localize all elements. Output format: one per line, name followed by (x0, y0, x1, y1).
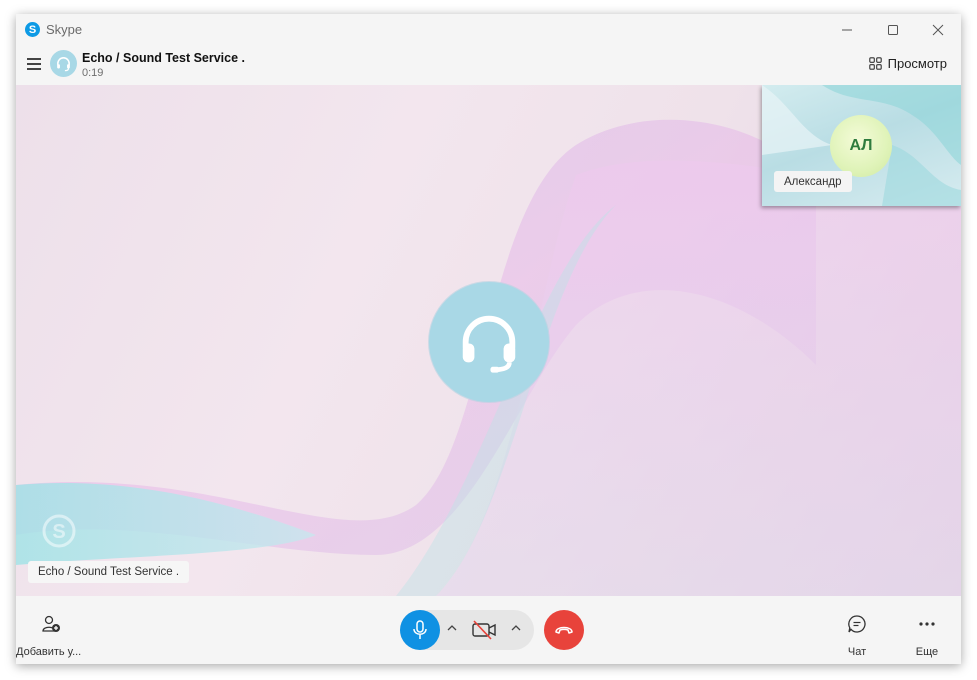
remote-avatar (429, 282, 549, 402)
more-dots-icon (919, 622, 935, 626)
self-video-preview[interactable]: АЛ Александр (762, 85, 961, 206)
close-button[interactable] (915, 14, 961, 45)
chevron-up-icon[interactable] (447, 624, 457, 632)
more-button[interactable]: Еще (902, 596, 952, 664)
minimize-button[interactable] (824, 14, 870, 45)
add-participant-button[interactable]: Добавить у... (16, 596, 86, 664)
add-person-icon (42, 615, 60, 632)
title-bar: S Skype (16, 14, 961, 45)
maximize-icon (888, 24, 898, 35)
call-controls-bar: Добавить у... Чат Еще (16, 596, 961, 664)
microphone-icon (413, 620, 427, 639)
contact-avatar[interactable] (50, 50, 77, 77)
grid-icon (868, 57, 882, 70)
skype-window: S Skype Echo / Sound Test Service . 0:19 (16, 14, 961, 664)
svg-text:S: S (52, 521, 65, 543)
call-timer: 0:19 (82, 67, 104, 79)
app-title: Skype (46, 22, 83, 37)
close-icon (932, 24, 944, 35)
chat-button[interactable]: Чат (832, 596, 882, 664)
minimize-icon (842, 29, 852, 30)
headset-icon (462, 315, 516, 373)
view-mode-button[interactable]: Просмотр (868, 56, 947, 71)
chat-bubble-icon (848, 615, 866, 633)
remote-name-label: Echo / Sound Test Service . (28, 561, 190, 583)
add-participant-label: Добавить у... (16, 646, 82, 658)
hamburger-menu-icon[interactable] (27, 58, 41, 70)
chevron-up-icon[interactable] (511, 624, 521, 632)
headset-icon (57, 57, 70, 72)
microphone-button[interactable] (400, 610, 440, 650)
self-name-label: Александр (774, 171, 852, 192)
skype-logo-icon: S (25, 22, 40, 37)
call-title: Echo / Sound Test Service . (82, 51, 246, 65)
view-mode-label: Просмотр (887, 56, 947, 71)
skype-watermark-icon: S (42, 514, 76, 548)
chat-label: Чат (847, 646, 867, 658)
self-avatar: АЛ (830, 115, 892, 177)
camera-off-icon[interactable] (471, 618, 497, 642)
hang-up-icon (555, 626, 573, 634)
more-label: Еще (915, 646, 939, 658)
call-header: Echo / Sound Test Service . 0:19 Просмот… (16, 45, 961, 85)
end-call-button[interactable] (544, 610, 584, 650)
call-stage: АЛ Александр S Echo / Sound Test Service… (16, 85, 961, 596)
maximize-button[interactable] (870, 14, 916, 45)
